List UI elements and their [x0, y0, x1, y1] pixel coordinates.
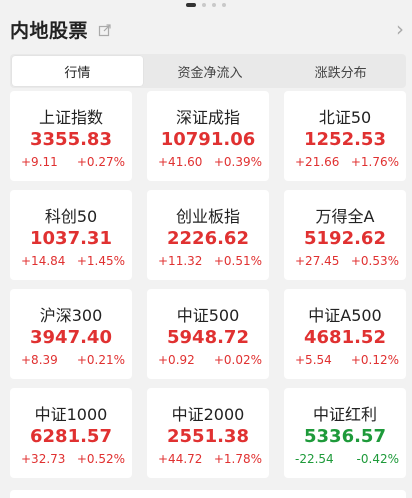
index-name: 中证2000 [171, 405, 245, 424]
index-name: 中证红利 [312, 405, 377, 424]
index-name: 中证500 [176, 306, 240, 325]
index-change: +27.45 [295, 254, 340, 268]
index-change: +41.60 [158, 155, 203, 169]
index-change-percent: +1.76% [350, 155, 399, 169]
index-change: +21.66 [295, 155, 340, 169]
index-card[interactable]: 创业板指 2226.62 +11.32 +0.51% [147, 190, 269, 280]
index-change-percent: +0.53% [350, 254, 399, 268]
index-name: 万得全A [315, 207, 375, 226]
index-change: +32.73 [21, 452, 66, 466]
index-card[interactable]: 沪深300 3947.40 +8.39 +0.21% [10, 289, 132, 379]
tab-quotes[interactable]: 行情 [12, 56, 143, 86]
share-link-icon[interactable] [98, 22, 112, 37]
index-change: +11.32 [158, 254, 203, 268]
index-change: +14.84 [21, 254, 66, 268]
next-section-edge [10, 490, 406, 498]
index-change-percent: -0.42% [356, 452, 399, 466]
index-card[interactable]: 深证成指 10791.06 +41.60 +0.39% [147, 91, 269, 181]
index-price: 2226.62 [167, 228, 249, 249]
index-price: 4681.52 [304, 327, 386, 348]
page-dot [222, 3, 226, 7]
index-card[interactable]: 中证红利 5336.57 -22.54 -0.42% [284, 388, 406, 478]
index-name: 中证A500 [308, 306, 382, 325]
index-card[interactable]: 中证2000 2551.38 +44.72 +1.78% [147, 388, 269, 478]
index-card[interactable]: 科创50 1037.31 +14.84 +1.45% [10, 190, 132, 280]
index-change-percent: +0.02% [213, 353, 262, 367]
index-price: 5948.72 [167, 327, 249, 348]
section-header: 内地股票 › [10, 14, 404, 44]
page-dot [202, 3, 206, 7]
index-price: 6281.57 [30, 426, 112, 447]
index-price: 5192.62 [304, 228, 386, 249]
index-change-percent: +1.45% [76, 254, 125, 268]
index-change: -22.54 [295, 452, 334, 466]
market-panel: 内地股票 › 行情 资金净流入 涨跌分布 上证指数 3355.83 +9.11 +0.… [0, 0, 412, 498]
index-card[interactable]: 上证指数 3355.83 +9.11 +0.27% [10, 91, 132, 181]
index-name: 上证指数 [38, 108, 103, 127]
index-card[interactable]: 中证500 5948.72 +0.92 +0.02% [147, 289, 269, 379]
index-name: 创业板指 [175, 207, 240, 226]
index-change: +5.54 [295, 353, 332, 367]
index-change-percent: +1.78% [213, 452, 262, 466]
index-change: +9.11 [21, 155, 58, 169]
index-card[interactable]: 北证50 1252.53 +21.66 +1.76% [284, 91, 406, 181]
index-price: 10791.06 [160, 129, 256, 150]
index-change-percent: +0.27% [76, 155, 125, 169]
index-name: 北证50 [318, 108, 372, 127]
index-price: 1037.31 [30, 228, 112, 249]
index-change: +44.72 [158, 452, 203, 466]
index-card[interactable]: 万得全A 5192.62 +27.45 +0.53% [284, 190, 406, 280]
index-price: 5336.57 [304, 426, 386, 447]
index-change-percent: +0.51% [213, 254, 262, 268]
page-indicator [0, 3, 412, 7]
index-change-percent: +0.12% [350, 353, 399, 367]
page-dot [212, 3, 216, 7]
index-change-percent: +0.52% [76, 452, 125, 466]
tab-distribution[interactable]: 涨跌分布 [275, 54, 406, 88]
index-change: +0.92 [158, 353, 195, 367]
index-change-percent: +0.39% [213, 155, 262, 169]
page-dot-active [186, 3, 196, 7]
index-name: 深证成指 [175, 108, 240, 127]
section-title: 内地股票 [10, 19, 89, 42]
index-price: 2551.38 [167, 426, 249, 447]
index-change-percent: +0.21% [76, 353, 125, 367]
index-card[interactable]: 中证A500 4681.52 +5.54 +0.12% [284, 289, 406, 379]
index-name: 科创50 [44, 207, 98, 226]
index-change: +8.39 [21, 353, 58, 367]
index-card[interactable]: 中证1000 6281.57 +32.73 +0.52% [10, 388, 132, 478]
index-price: 3947.40 [30, 327, 112, 348]
tab-net-inflow[interactable]: 资金净流入 [145, 54, 276, 88]
chevron-right-icon[interactable]: › [396, 19, 404, 39]
tab-bar: 行情 资金净流入 涨跌分布 [10, 54, 406, 88]
index-name: 中证1000 [34, 405, 108, 424]
index-name: 沪深300 [39, 306, 103, 325]
index-price: 3355.83 [30, 129, 112, 150]
index-price: 1252.53 [304, 129, 386, 150]
